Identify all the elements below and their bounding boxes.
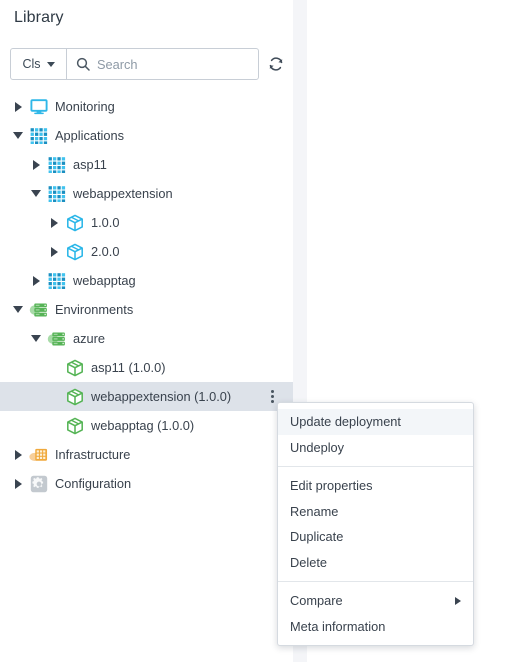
library-panel: Library Cls Search Monitoring Applicatio… (0, 0, 293, 662)
context-menu: Update deployment Undeploy Edit properties… (277, 402, 474, 646)
tree-item-label: Configuration (55, 476, 132, 491)
refresh-icon[interactable] (267, 54, 286, 74)
chevron-right-icon[interactable] (10, 447, 26, 463)
menu-item-label: Meta information (290, 618, 386, 634)
menu-separator (278, 466, 473, 467)
tree-item[interactable]: asp11 (0, 150, 293, 179)
tree-item[interactable]: 2.0.0 (0, 237, 293, 266)
chevron-down-icon[interactable] (10, 128, 26, 144)
chevron-down-icon[interactable] (10, 302, 26, 318)
menu-item-label: Duplicate (290, 529, 344, 545)
menu-item[interactable]: Duplicate (278, 524, 473, 550)
chevron-down-icon[interactable] (28, 331, 44, 347)
grid-blue-icon (47, 155, 66, 174)
package-green-icon (65, 416, 84, 435)
tree-item-label: Environments (55, 302, 134, 317)
tree-item[interactable]: Applications (0, 121, 293, 150)
server-green-icon (47, 329, 66, 348)
tree-item-label: azure (73, 331, 106, 346)
chevron-right-icon[interactable] (10, 476, 26, 492)
tree-item-label: Monitoring (55, 99, 115, 114)
tree-item[interactable]: webappextension (0, 179, 293, 208)
tree-item[interactable]: Configuration (0, 469, 293, 498)
tree-item[interactable]: Infrastructure (0, 440, 293, 469)
search-toolbar: Cls (10, 48, 286, 80)
tree-item-label: asp11 (1.0.0) (91, 360, 166, 375)
tree-item[interactable]: webappextension (1.0.0) (0, 382, 293, 411)
infrastructure-icon (29, 445, 48, 464)
library-tree: Monitoring Applications asp11 webappextensi… (0, 92, 293, 498)
tree-item[interactable]: azure (0, 324, 293, 353)
menu-item-label: Update deployment (290, 414, 401, 430)
search-field (67, 49, 258, 79)
chevron-right-icon[interactable] (46, 215, 62, 231)
tree-item-label: webapptag (73, 273, 136, 288)
class-filter-dropdown[interactable]: Cls (11, 49, 67, 79)
menu-item[interactable]: Meta information (278, 614, 473, 640)
gear-icon (29, 474, 48, 493)
tree-item-label: webappextension (1.0.0) (91, 389, 232, 404)
library-browser: Library Cls Search Monitoring Applicatio… (0, 0, 517, 662)
tree-item[interactable]: Monitoring (0, 92, 293, 121)
tree-item-label: webappextension (73, 186, 173, 201)
tree-item[interactable]: Environments (0, 295, 293, 324)
grid-blue-icon (47, 184, 66, 203)
menu-separator (278, 581, 473, 582)
menu-item-label: Compare (290, 593, 343, 609)
tree-item-label: 2.0.0 (91, 244, 120, 259)
tree-item-label: webapptag (1.0.0) (91, 418, 195, 433)
chevron-down-icon[interactable] (28, 186, 44, 202)
package-green-icon (65, 358, 84, 377)
package-blue-icon (65, 242, 84, 261)
menu-item[interactable]: Rename (278, 499, 473, 525)
class-filter-label: Cls (22, 57, 41, 71)
menu-item-label: Rename (290, 503, 339, 519)
tree-item[interactable]: 1.0.0 (0, 208, 293, 237)
menu-item-label: Undeploy (290, 439, 345, 455)
monitor-icon (29, 97, 48, 116)
chevron-down-icon (46, 61, 55, 67)
chevron-right-icon[interactable] (46, 244, 62, 260)
grid-blue-icon (29, 126, 48, 145)
chevron-right-icon[interactable] (28, 157, 44, 173)
menu-item-label: Edit properties (290, 478, 373, 494)
search-box: Cls (10, 48, 259, 80)
search-input[interactable] (97, 56, 258, 72)
tree-item-label: Infrastructure (55, 447, 131, 462)
page-title: Library (14, 9, 64, 26)
package-blue-icon (65, 213, 84, 232)
tree-item[interactable]: webapptag (0, 266, 293, 295)
search-icon (76, 57, 90, 71)
tree-item[interactable]: asp11 (1.0.0) (0, 353, 293, 382)
server-green-icon (29, 300, 48, 319)
menu-item-label: Delete (290, 554, 327, 570)
chevron-right-icon (455, 596, 461, 605)
menu-item[interactable]: Delete (278, 550, 473, 576)
tree-item-label: 1.0.0 (91, 215, 120, 230)
chevron-right-icon[interactable] (28, 273, 44, 289)
chevron-right-icon[interactable] (10, 99, 26, 115)
menu-item[interactable]: Edit properties (278, 473, 473, 499)
grid-blue-icon (47, 271, 66, 290)
tree-item-label: Applications (55, 128, 125, 143)
menu-item[interactable]: Undeploy (278, 435, 473, 461)
menu-item[interactable]: Compare (278, 588, 473, 614)
package-green-icon (65, 387, 84, 406)
tree-item[interactable]: webapptag (1.0.0) (0, 411, 293, 440)
menu-item[interactable]: Update deployment (278, 409, 473, 435)
tree-item-label: asp11 (73, 157, 107, 172)
